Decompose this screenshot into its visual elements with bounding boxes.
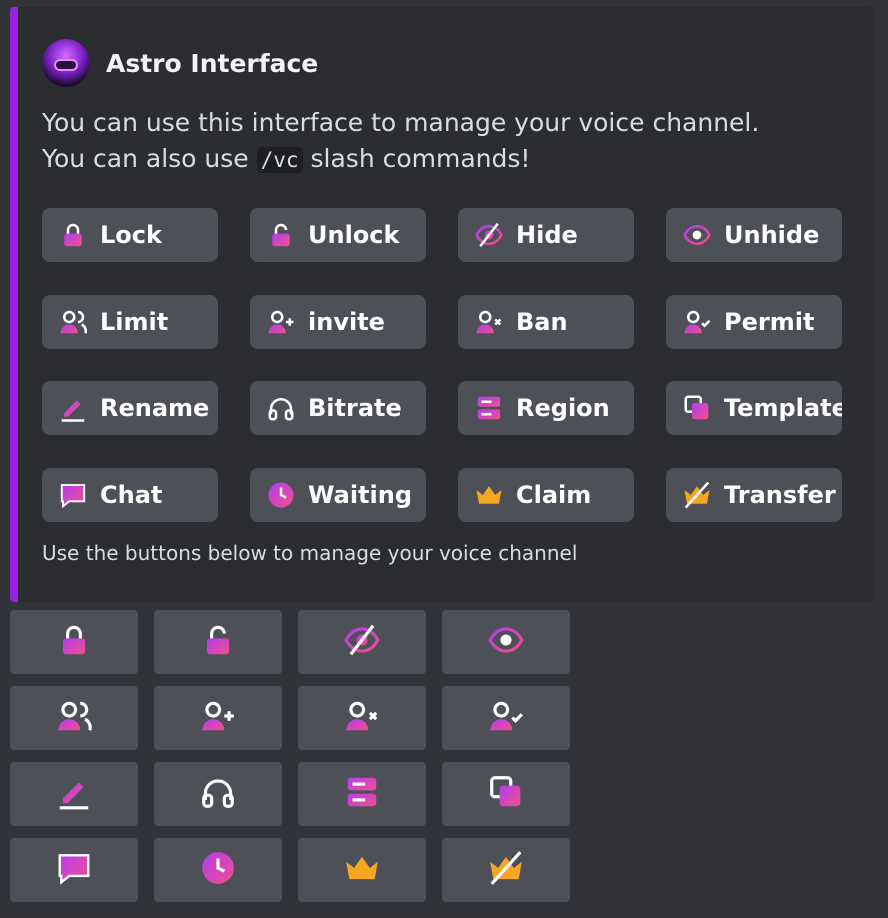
- chat-icon: [56, 478, 90, 512]
- crown-slash-icon-button[interactable]: [442, 838, 570, 902]
- button-label: Region: [516, 394, 610, 422]
- bitrate-button[interactable]: Bitrate: [250, 381, 426, 435]
- headphones-icon-button[interactable]: [154, 762, 282, 826]
- user-x-icon: [472, 305, 506, 339]
- button-label: Rename: [100, 394, 210, 422]
- ban-button[interactable]: Ban: [458, 294, 634, 349]
- chat-icon: [55, 849, 93, 891]
- description-pre: You can also use: [42, 144, 257, 173]
- button-label: Claim: [516, 480, 592, 509]
- claim-button[interactable]: Claim: [458, 467, 634, 522]
- astro-avatar[interactable]: [42, 39, 90, 87]
- user-x-icon-button[interactable]: [298, 686, 426, 750]
- eye-icon: [487, 621, 525, 663]
- users-icon: [55, 697, 93, 739]
- embed-accent-bar: [10, 7, 18, 602]
- description-post: slash commands!: [302, 144, 531, 173]
- button-label: Unlock: [308, 221, 400, 249]
- crown-slash-icon: [680, 478, 714, 512]
- headphones-icon: [199, 773, 237, 815]
- crown-icon: [472, 478, 506, 512]
- template-icon: [680, 391, 714, 425]
- pencil-icon: [55, 773, 93, 815]
- unlock-icon: [199, 621, 237, 663]
- hide-icon: [472, 218, 506, 252]
- embed-description: You can use this interface to manage you…: [42, 105, 759, 178]
- hide-icon: [343, 621, 381, 663]
- button-label: invite: [308, 307, 385, 336]
- slash-command-code: /vc: [256, 147, 303, 173]
- users-icon-button[interactable]: [10, 686, 138, 750]
- button-label: Template: [724, 394, 842, 422]
- description-line-2: You can also use /vc slash commands!: [42, 141, 759, 178]
- user-x-icon: [343, 697, 381, 739]
- embed-author-name[interactable]: Astro Interface: [106, 49, 318, 78]
- crown-icon-button[interactable]: [298, 838, 426, 902]
- description-line-1: You can use this interface to manage you…: [42, 108, 760, 137]
- invite-button[interactable]: invite: [250, 294, 426, 349]
- eye-icon-button[interactable]: [442, 610, 570, 674]
- hide-icon-button[interactable]: [298, 610, 426, 674]
- permit-button[interactable]: Permit: [666, 294, 842, 349]
- clock-icon: [264, 478, 298, 512]
- unlock-icon: [264, 218, 298, 252]
- limit-button[interactable]: Limit: [42, 294, 218, 349]
- user-check-icon: [680, 305, 714, 339]
- headphones-icon: [264, 391, 298, 425]
- button-label: Unhide: [724, 221, 820, 249]
- clock-icon-button[interactable]: [154, 838, 282, 902]
- crown-icon: [343, 849, 381, 891]
- server-icon: [343, 773, 381, 815]
- labeled-button-grid: Lock Unlock Hide Unhide Limit invite Ban Permit…: [42, 208, 842, 522]
- server-icon-button[interactable]: [298, 762, 426, 826]
- pencil-icon: [56, 391, 90, 425]
- embed-footer: Use the buttons below to manage your voi…: [42, 541, 578, 565]
- button-label: Hide: [516, 221, 578, 249]
- unlock-button[interactable]: Unlock: [250, 208, 426, 262]
- template-icon-button[interactable]: [442, 762, 570, 826]
- embed-author: Astro Interface: [42, 39, 318, 87]
- crown-slash-icon: [487, 849, 525, 891]
- clock-icon: [199, 849, 237, 891]
- chat-button[interactable]: Chat: [42, 467, 218, 522]
- unhide-button[interactable]: Unhide: [666, 208, 842, 262]
- button-label: Chat: [100, 480, 163, 509]
- icon-button-grid: [10, 610, 570, 902]
- lock-button[interactable]: Lock: [42, 208, 218, 262]
- pencil-icon-button[interactable]: [10, 762, 138, 826]
- region-button[interactable]: Region: [458, 381, 634, 435]
- waiting-button[interactable]: Waiting: [250, 467, 426, 522]
- chat-icon-button[interactable]: [10, 838, 138, 902]
- lock-icon: [56, 218, 90, 252]
- template-button[interactable]: Template: [666, 381, 842, 435]
- embed-card: Astro Interface You can use this interfa…: [10, 7, 874, 602]
- server-icon: [472, 391, 506, 425]
- button-label: Permit: [724, 307, 815, 336]
- transfer-button[interactable]: Transfer: [666, 467, 842, 522]
- button-label: Lock: [100, 221, 162, 249]
- rename-button[interactable]: Rename: [42, 381, 218, 435]
- lock-icon: [55, 621, 93, 663]
- button-label: Bitrate: [308, 394, 402, 422]
- template-icon: [487, 773, 525, 815]
- user-check-icon-button[interactable]: [442, 686, 570, 750]
- eye-icon: [680, 218, 714, 252]
- user-add-icon: [199, 697, 237, 739]
- user-add-icon-button[interactable]: [154, 686, 282, 750]
- users-icon: [56, 305, 90, 339]
- lock-icon-button[interactable]: [10, 610, 138, 674]
- button-label: Limit: [100, 307, 169, 336]
- user-check-icon: [487, 697, 525, 739]
- button-label: Transfer: [724, 480, 836, 509]
- hide-button[interactable]: Hide: [458, 208, 634, 262]
- unlock-icon-button[interactable]: [154, 610, 282, 674]
- button-label: Ban: [516, 307, 568, 336]
- button-label: Waiting: [308, 480, 413, 509]
- user-add-icon: [264, 305, 298, 339]
